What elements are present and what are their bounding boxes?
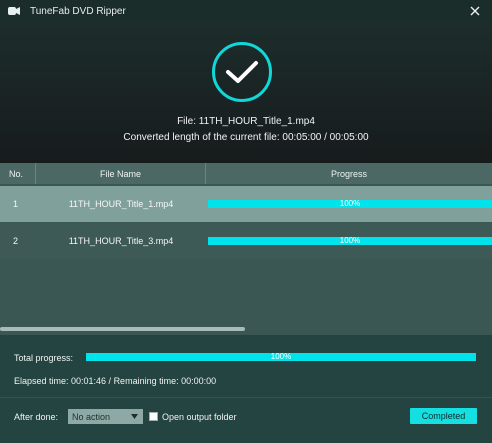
table-row[interactable]: 2 11TH_HOUR_Title_3.mp4 100%	[0, 223, 492, 259]
success-indicator	[212, 42, 272, 102]
row-number: 2	[13, 236, 19, 246]
row-number: 1	[13, 199, 19, 209]
footer-panel: Total progress: 100% Elapsed time: 00:01…	[0, 335, 492, 443]
scrollbar-thumb[interactable]	[0, 327, 245, 331]
total-progress-label: Total progress:	[14, 353, 74, 363]
row-progress-label: 100%	[339, 199, 361, 208]
after-done-select[interactable]: No action	[68, 409, 143, 424]
row-progress: 100%	[206, 236, 492, 245]
title-bar: TuneFab DVD Ripper	[0, 0, 492, 22]
completed-button[interactable]: Completed	[410, 408, 477, 424]
elapsed-time-text: Elapsed time: 00:01:46 / Remaining time:…	[14, 376, 217, 386]
open-output-folder-label[interactable]: Open output folder	[162, 412, 237, 422]
divider	[0, 397, 492, 398]
total-progress-percent: 100%	[270, 352, 292, 361]
row-file-name: 11TH_HOUR_Title_3.mp4	[68, 236, 174, 246]
window-title: TuneFab DVD Ripper	[30, 5, 126, 17]
row-progress-label: 100%	[339, 236, 361, 245]
row-file-name: 11TH_HOUR_Title_1.mp4	[68, 199, 174, 209]
checkmark-icon	[226, 61, 258, 83]
total-progress: 100%	[86, 352, 476, 361]
file-table: 1 11TH_HOUR_Title_1.mp4 100% 2 11TH_HOUR…	[0, 184, 492, 335]
after-done-value: No action	[72, 411, 111, 422]
current-file-text: File: 11TH_HOUR_Title_1.mp4	[177, 116, 315, 127]
converted-length-text: Converted length of the current file: 00…	[123, 132, 369, 143]
after-done-label: After done:	[14, 412, 59, 422]
close-button[interactable]	[468, 4, 482, 18]
table-header: No. File Name Progress	[0, 163, 492, 184]
app-logo-icon	[8, 7, 20, 15]
close-icon	[470, 6, 480, 16]
horizontal-scrollbar[interactable]	[0, 326, 492, 332]
conversion-header: File: 11TH_HOUR_Title_1.mp4 Converted le…	[0, 22, 492, 163]
chevron-down-icon	[131, 414, 138, 419]
column-header-file-name[interactable]: File Name	[36, 163, 206, 184]
column-header-no[interactable]: No.	[0, 163, 36, 184]
row-progress: 100%	[206, 199, 492, 208]
column-header-progress[interactable]: Progress	[206, 163, 492, 184]
open-output-folder-checkbox[interactable]	[149, 412, 158, 421]
table-row[interactable]: 1 11TH_HOUR_Title_1.mp4 100%	[0, 186, 492, 222]
